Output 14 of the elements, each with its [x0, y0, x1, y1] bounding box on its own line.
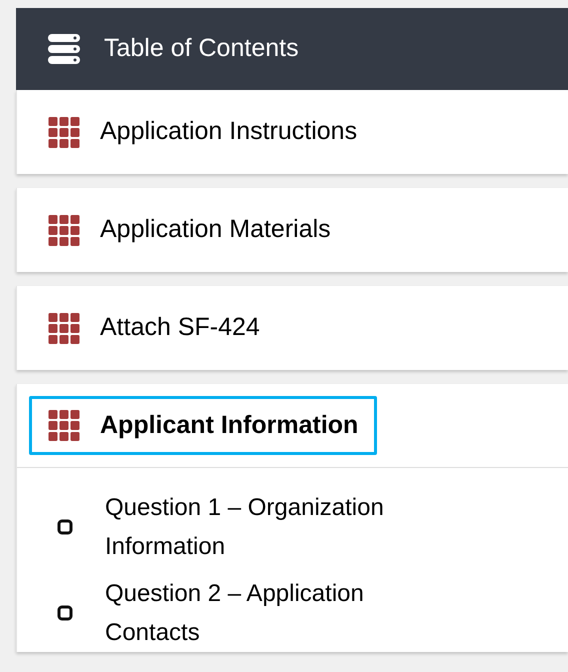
grid-icon — [48, 312, 80, 344]
section-link[interactable]: Applicant Information — [29, 396, 378, 456]
grid-icon — [48, 116, 80, 148]
section-link[interactable]: Application Materials — [29, 200, 350, 260]
square-icon — [57, 519, 73, 535]
question-link[interactable]: Question 1 – Organization Information — [57, 488, 568, 566]
header-title: Table of Contents — [104, 33, 299, 64]
section-link[interactable]: Application Instructions — [29, 102, 376, 162]
stacked-list-icon — [48, 34, 80, 64]
grid-icon — [48, 410, 80, 441]
section-link[interactable]: Attach SF-424 — [29, 298, 279, 358]
grid-icon — [48, 214, 80, 246]
question-link[interactable]: Question 2 – Application Contacts — [57, 574, 568, 652]
square-icon — [57, 605, 73, 621]
